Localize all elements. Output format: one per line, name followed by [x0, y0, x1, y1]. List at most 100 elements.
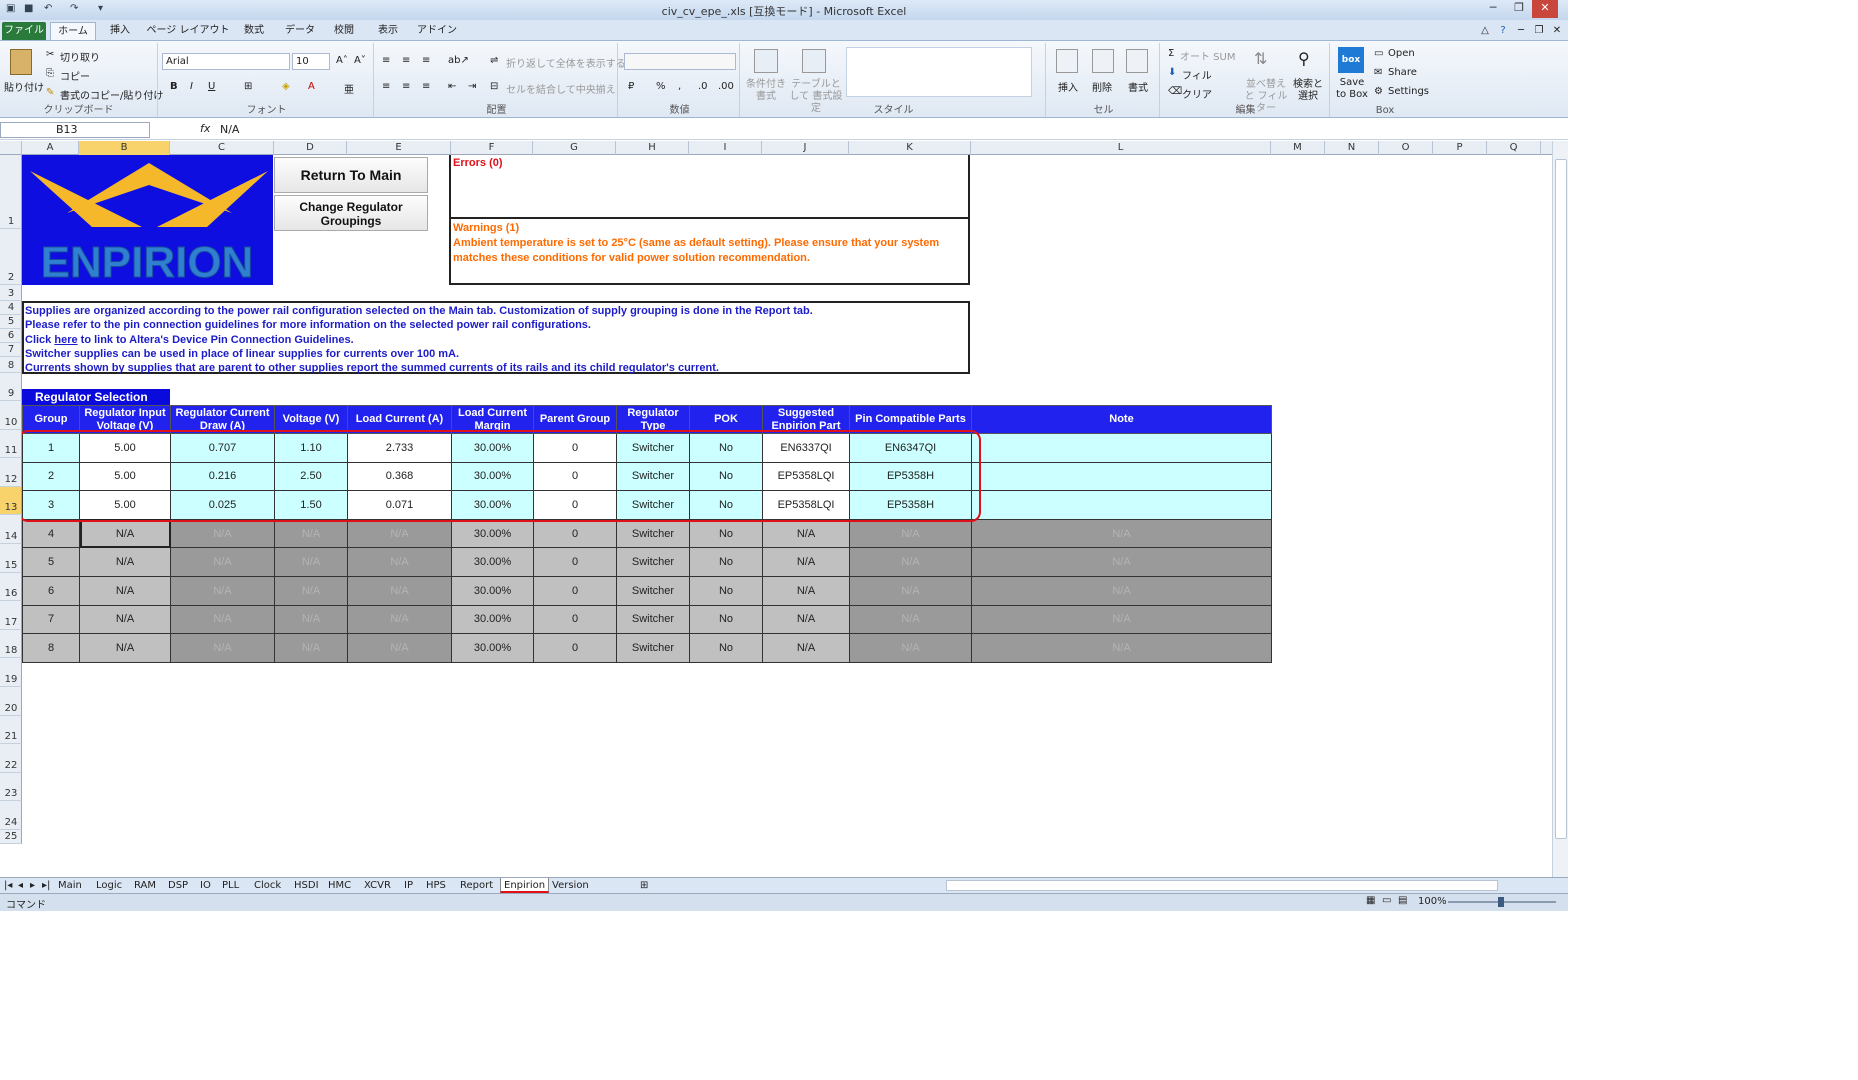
- table-cell[interactable]: N/A: [347, 547, 452, 577]
- minimize-icon[interactable]: ─: [1480, 0, 1506, 18]
- table-cell[interactable]: No: [689, 433, 763, 463]
- table-cell[interactable]: N/A: [79, 518, 171, 549]
- column-header-f[interactable]: F: [451, 141, 533, 155]
- tab-file[interactable]: ファイル: [2, 22, 46, 40]
- last-sheet-icon[interactable]: ▸|: [42, 878, 50, 893]
- insert-function-icon[interactable]: fx: [200, 122, 210, 135]
- ribbon-minimize-icon[interactable]: △: [1478, 22, 1492, 40]
- table-cell[interactable]: N/A: [762, 633, 850, 663]
- column-header-q[interactable]: Q: [1487, 141, 1541, 155]
- decrease-indent-icon[interactable]: ⇤: [448, 81, 456, 92]
- column-header-k[interactable]: K: [849, 141, 971, 155]
- first-sheet-icon[interactable]: |◂: [4, 878, 12, 893]
- settings-icon[interactable]: ⚙: [1374, 86, 1383, 97]
- table-cell[interactable]: 5: [22, 547, 80, 577]
- doc-restore-icon[interactable]: ❐: [1532, 22, 1546, 40]
- row-header-7[interactable]: 7: [0, 343, 22, 357]
- row-header-23[interactable]: 23: [0, 772, 22, 802]
- table-cell[interactable]: 30.00%: [451, 490, 534, 520]
- doc-close-icon[interactable]: ✕: [1550, 22, 1564, 40]
- tab-insert[interactable]: 挿入: [100, 22, 140, 40]
- sheet-tab-dsp[interactable]: DSP: [168, 878, 188, 893]
- column-header-m[interactable]: M: [1271, 141, 1325, 155]
- conditional-format-icon[interactable]: [754, 49, 778, 73]
- table-cell[interactable]: N/A: [971, 547, 1272, 577]
- normal-view-icon[interactable]: ▦: [1366, 895, 1375, 906]
- save-to-box-button[interactable]: Save to Box: [1334, 77, 1370, 101]
- tab-review[interactable]: 校閲: [326, 22, 362, 40]
- table-cell[interactable]: N/A: [79, 633, 171, 663]
- table-cell[interactable]: 0: [533, 490, 617, 520]
- shrink-font-icon[interactable]: A˅: [354, 55, 366, 66]
- row-header-3[interactable]: 3: [0, 285, 22, 301]
- phonetic-icon[interactable]: 亜: [344, 81, 354, 96]
- font-color-icon[interactable]: A: [308, 81, 315, 92]
- table-cell[interactable]: N/A: [762, 604, 850, 635]
- sheet-grid[interactable]: ENPIRION Return To Main Change Regulator…: [22, 155, 1552, 877]
- orientation-icon[interactable]: ab↗: [448, 55, 469, 66]
- row-header-4[interactable]: 4: [0, 301, 22, 315]
- sheet-tab-pll[interactable]: PLL: [222, 878, 239, 893]
- row-header-10[interactable]: 10: [0, 401, 22, 430]
- page-layout-view-icon[interactable]: ▭: [1382, 895, 1391, 906]
- row-header-1[interactable]: 1: [0, 155, 22, 229]
- column-header-c[interactable]: C: [170, 141, 274, 155]
- border-icon[interactable]: ⊞: [244, 81, 252, 92]
- row-header-16[interactable]: 16: [0, 572, 22, 602]
- zoom-slider-thumb[interactable]: [1498, 897, 1504, 907]
- doc-minimize-icon[interactable]: ─: [1514, 22, 1528, 40]
- table-cell[interactable]: N/A: [762, 575, 850, 606]
- sheet-tab-hmc[interactable]: HMC: [328, 878, 351, 893]
- table-cell[interactable]: 5.00: [79, 433, 171, 463]
- row-header-8[interactable]: 8: [0, 357, 22, 373]
- find-select-button[interactable]: 検索と 選択: [1292, 79, 1324, 103]
- box-share-button[interactable]: Share: [1388, 67, 1417, 78]
- row-header-24[interactable]: 24: [0, 801, 22, 830]
- bold-button[interactable]: B: [170, 81, 178, 92]
- table-cell[interactable]: N/A: [274, 604, 348, 635]
- column-header-g[interactable]: G: [533, 141, 616, 155]
- table-cell[interactable]: N/A: [170, 547, 275, 577]
- table-cell[interactable]: 0: [533, 547, 617, 577]
- horizontal-scrollbar[interactable]: [946, 880, 1498, 891]
- table-cell[interactable]: 0: [533, 518, 617, 549]
- paste-button[interactable]: 貼り付け: [4, 79, 44, 94]
- table-cell[interactable]: N/A: [170, 633, 275, 663]
- open-icon[interactable]: ▭: [1374, 48, 1383, 59]
- column-header-l[interactable]: L: [971, 141, 1271, 155]
- close-icon[interactable]: ✕: [1532, 0, 1558, 18]
- number-format-combo[interactable]: [624, 53, 736, 70]
- row-header-18[interactable]: 18: [0, 629, 22, 659]
- sheet-tab-hsdi[interactable]: HSDI: [294, 878, 319, 893]
- align-right-icon[interactable]: ≡: [422, 81, 430, 92]
- table-cell[interactable]: No: [689, 547, 763, 577]
- table-cell[interactable]: 6: [22, 575, 80, 606]
- table-cell[interactable]: No: [689, 633, 763, 663]
- percent-button[interactable]: %: [656, 81, 666, 92]
- box-logo-icon[interactable]: box: [1338, 47, 1364, 73]
- decrease-decimal-icon[interactable]: .00: [718, 81, 734, 92]
- sheet-tab-report[interactable]: Report: [460, 878, 493, 893]
- table-cell[interactable]: N/A: [762, 547, 850, 577]
- table-cell[interactable]: 0.368: [347, 461, 452, 492]
- table-cell[interactable]: 0: [533, 633, 617, 663]
- change-groupings-button[interactable]: Change Regulator Groupings: [274, 195, 428, 231]
- page-break-view-icon[interactable]: ▤: [1398, 895, 1407, 906]
- wrap-icon[interactable]: ⇌: [490, 55, 498, 66]
- format-button[interactable]: 書式: [1128, 79, 1148, 94]
- tab-addins[interactable]: アドイン: [414, 22, 460, 40]
- table-cell[interactable]: Switcher: [616, 604, 690, 635]
- row-header-5[interactable]: 5: [0, 315, 22, 329]
- column-header-a[interactable]: A: [22, 141, 79, 155]
- column-header-o[interactable]: O: [1379, 141, 1433, 155]
- sheet-tab-xcvr[interactable]: XCVR: [364, 878, 391, 893]
- format-painter-button[interactable]: 書式のコピー/貼り付け: [60, 87, 163, 102]
- increase-decimal-icon[interactable]: .0: [698, 81, 708, 92]
- tab-page-layout[interactable]: ページ レイアウト: [146, 22, 230, 40]
- table-cell[interactable]: N/A: [347, 518, 452, 549]
- table-cell[interactable]: Switcher: [616, 461, 690, 492]
- column-header-b[interactable]: B: [79, 141, 170, 155]
- table-cell[interactable]: EP5358LQI: [762, 490, 850, 520]
- column-header-e[interactable]: E: [347, 141, 451, 155]
- table-cell[interactable]: 0.707: [170, 433, 275, 463]
